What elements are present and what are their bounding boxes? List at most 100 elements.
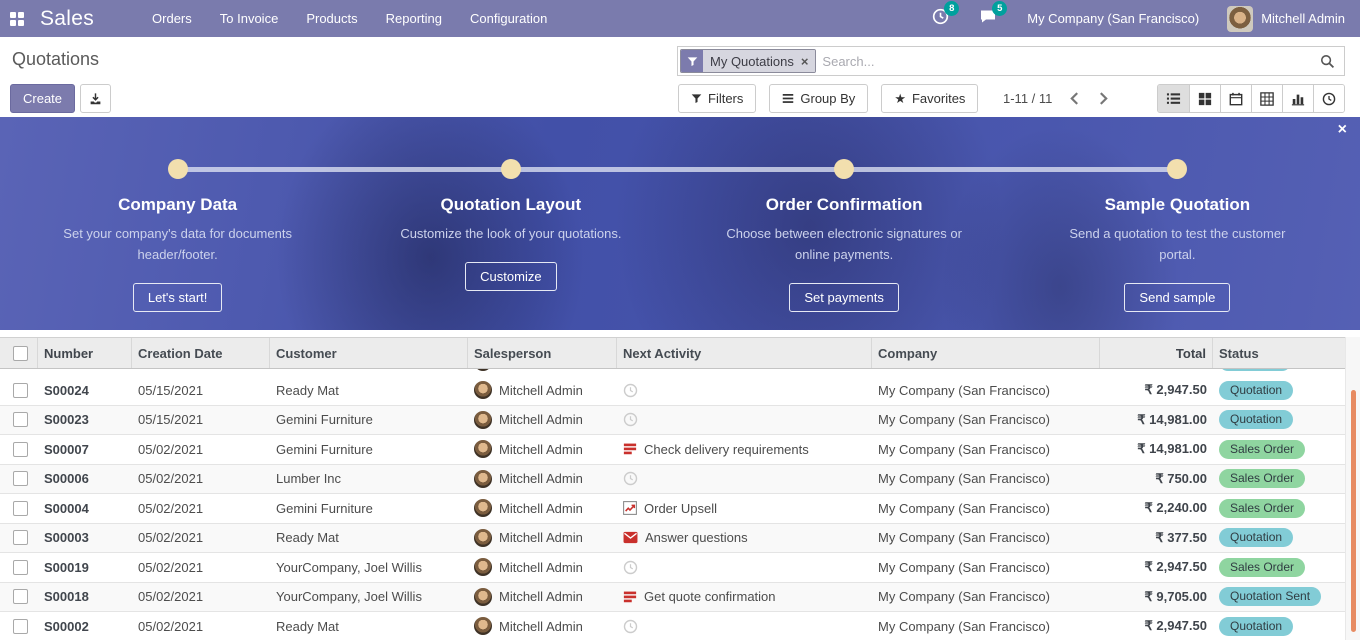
table-row[interactable]: S00019 05/02/2021 YourCompany, Joel Will… [0, 553, 1345, 583]
top-navbar: Sales OrdersTo InvoiceProductsReportingC… [0, 0, 1360, 37]
table-row[interactable]: S00018 05/02/2021 YourCompany, Joel Will… [0, 583, 1345, 613]
row-checkbox[interactable] [13, 589, 28, 604]
row-checkbox[interactable] [13, 619, 28, 634]
apps-grid-icon[interactable] [10, 12, 24, 26]
company-name: My Company (San Francisco) [872, 583, 1100, 612]
salesperson-name: Mitchell Admin [499, 530, 583, 545]
salesperson-cell: Mitchell Admin [468, 612, 617, 640]
envelope-icon[interactable] [623, 531, 638, 544]
step-action-button[interactable]: Set payments [789, 283, 899, 312]
activity-count-badge: 8 [944, 1, 959, 16]
filters-button[interactable]: Filters [678, 84, 756, 113]
salesperson-name: Mitchell Admin [499, 619, 583, 634]
progress-dot [834, 159, 854, 179]
step-action-button[interactable]: Customize [465, 262, 556, 291]
messages-button[interactable]: 5 [979, 8, 997, 30]
activity-view-icon[interactable] [1313, 85, 1344, 112]
salesperson-cell: Mitchell Admin [468, 465, 617, 494]
nav-menu-item[interactable]: To Invoice [206, 0, 293, 37]
nav-menu-item[interactable]: Orders [138, 0, 206, 37]
nav-menu-item[interactable]: Reporting [372, 0, 456, 37]
list-view-icon[interactable] [1158, 85, 1189, 112]
search-icon[interactable] [1320, 54, 1335, 69]
search-option-buttons: Filters Group By ★ Favorites [678, 84, 978, 113]
avatar [474, 440, 492, 458]
scrollbar-thumb[interactable] [1351, 390, 1356, 632]
pivot-view-icon[interactable] [1251, 85, 1282, 112]
clock-icon[interactable] [623, 560, 638, 575]
create-button[interactable]: Create [10, 84, 75, 113]
step-description: Set your company's data for documents he… [58, 224, 298, 266]
next-activity-cell: Answer questions [617, 524, 872, 553]
table-row[interactable]: S00007 05/02/2021 Gemini Furniture Mitch… [0, 435, 1345, 465]
row-checkbox[interactable] [13, 383, 28, 398]
nav-menu-item[interactable]: Configuration [456, 0, 561, 37]
progress-dot [501, 159, 521, 179]
creation-date: 05/02/2021 [132, 494, 270, 523]
company-switcher[interactable]: My Company (San Francisco) [1027, 11, 1199, 26]
row-checkbox[interactable] [13, 412, 28, 427]
row-checkbox[interactable] [13, 560, 28, 575]
salesperson-name: Mitchell Admin [499, 589, 583, 604]
clock-icon[interactable] [623, 619, 638, 634]
order-number: S00018 [38, 583, 132, 612]
creation-date: 05/02/2021 [132, 553, 270, 582]
facet-label: My Quotations × [703, 50, 815, 72]
remove-facet-icon[interactable]: × [801, 54, 809, 69]
row-checkbox[interactable] [13, 530, 28, 545]
favorites-button[interactable]: ★ Favorites [881, 84, 978, 113]
next-activity-cell: Get quote confirmation [617, 583, 872, 612]
next-activity-cell [617, 612, 872, 640]
export-icon[interactable] [80, 84, 111, 113]
column-header-status[interactable]: Status [1213, 338, 1345, 368]
column-header-number[interactable]: Number [38, 338, 132, 368]
app-title[interactable]: Sales [40, 7, 94, 31]
row-checkbox[interactable] [13, 442, 28, 457]
graph-view-icon[interactable] [1282, 85, 1313, 112]
list-icon[interactable] [623, 590, 637, 604]
pager-next-icon[interactable] [1097, 90, 1110, 107]
table-row[interactable]: S00002 05/02/2021 Ready Mat Mitchell Adm… [0, 612, 1345, 640]
quotations-table: Number Creation Date Customer Salesperso… [0, 337, 1345, 640]
user-avatar[interactable] [1227, 6, 1253, 32]
kanban-view-icon[interactable] [1189, 85, 1220, 112]
activities-button[interactable]: 8 [932, 8, 949, 30]
group-by-button[interactable]: Group By [769, 84, 868, 113]
column-header-customer[interactable]: Customer [270, 338, 468, 368]
message-count-badge: 5 [992, 1, 1007, 16]
company-name: My Company (San Francisco) [872, 406, 1100, 435]
clock-icon[interactable] [623, 412, 638, 427]
pager: 1-11 / 11 [1003, 84, 1110, 113]
column-header-total[interactable]: Total [1100, 338, 1213, 368]
table-row[interactable]: S00004 05/02/2021 Gemini Furniture Mitch… [0, 494, 1345, 524]
status-badge: Quotation Sent [1219, 587, 1321, 606]
search-input[interactable] [816, 54, 1320, 69]
column-header-salesperson[interactable]: Salesperson [468, 338, 617, 368]
customer-name: Lumber Inc [270, 465, 468, 494]
step-action-button[interactable]: Send sample [1124, 283, 1230, 312]
page-title: Quotations [12, 49, 99, 70]
column-header-creation-date[interactable]: Creation Date [132, 338, 270, 368]
clock-icon[interactable] [623, 383, 638, 398]
table-row[interactable]: S00006 05/02/2021 Lumber Inc Mitchell Ad… [0, 465, 1345, 495]
select-all-checkbox[interactable] [13, 346, 28, 361]
list-icon[interactable] [623, 442, 637, 456]
user-menu[interactable]: Mitchell Admin [1261, 11, 1345, 26]
partially-visible-row[interactable] [0, 369, 1345, 376]
nav-menu-item[interactable]: Products [292, 0, 371, 37]
step-action-button[interactable]: Let's start! [133, 283, 223, 312]
status-badge: Sales Order [1219, 469, 1305, 488]
column-header-company[interactable]: Company [872, 338, 1100, 368]
chart-icon[interactable] [623, 501, 637, 515]
table-row[interactable]: S00003 05/02/2021 Ready Mat Mitchell Adm… [0, 524, 1345, 554]
column-header-next-activity[interactable]: Next Activity [617, 338, 872, 368]
salesperson-name: Mitchell Admin [499, 383, 583, 398]
table-row[interactable]: S00023 05/15/2021 Gemini Furniture Mitch… [0, 406, 1345, 436]
company-name: My Company (San Francisco) [872, 465, 1100, 494]
calendar-view-icon[interactable] [1220, 85, 1251, 112]
table-row[interactable]: S00024 05/15/2021 Ready Mat Mitchell Adm… [0, 376, 1345, 406]
row-checkbox[interactable] [13, 501, 28, 516]
clock-icon[interactable] [623, 471, 638, 486]
row-checkbox[interactable] [13, 471, 28, 486]
pager-previous-icon[interactable] [1068, 90, 1081, 107]
